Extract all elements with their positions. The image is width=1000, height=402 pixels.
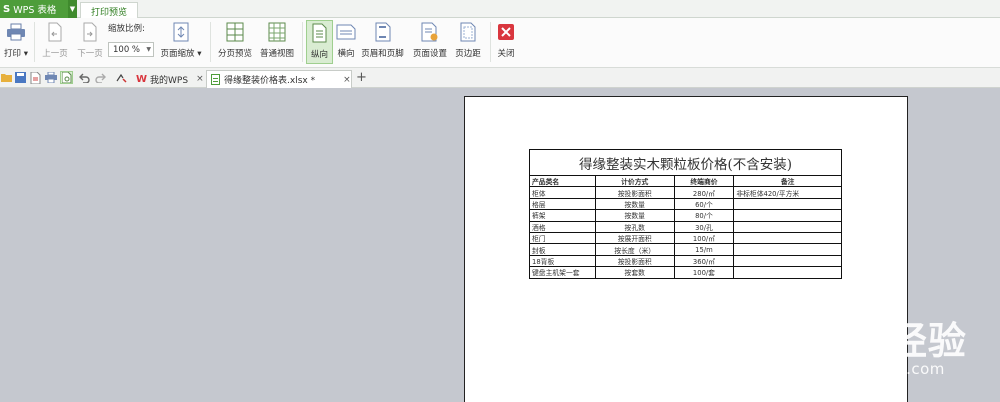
wps-w-icon: W [136,73,148,85]
header-cell: 计价方式 [594,174,675,188]
table-row: 18背板 按投影面积 360/㎡ [529,254,842,268]
title-bar: S WPS 表格 ▼ 打印预览 [0,0,1000,19]
price-table: 得缘整装实木颗粒板价格(不含安装) 产品类名 计价方式 终端商价 备注 柜体 按投… [529,149,842,279]
table-row: 键盘主机架一套 按套数 100/套 [529,266,842,279]
next-page-button[interactable]: 下一页 [75,20,105,64]
page-zoom-button[interactable]: 页面缩放 ▾ [158,20,204,64]
page-break-icon [224,20,246,44]
normal-view-button[interactable]: 普通视图 [257,20,297,64]
print-icon[interactable] [44,71,57,84]
normal-view-icon [266,20,288,44]
table-cell [733,254,842,268]
table-cell: 按孔数 [594,220,675,233]
header-footer-icon [372,20,394,44]
redo-icon[interactable] [94,71,107,84]
new-tab-plus-icon[interactable]: + [356,70,367,85]
table-cell [733,197,842,211]
table-cell: 100/套 [673,266,735,279]
tab-print-preview[interactable]: 打印预览 [80,2,138,19]
table-row: 柜门 按展开面积 100/㎡ [529,231,842,245]
page-zoom-icon [170,20,192,44]
table-cell: 柜门 [529,231,596,245]
table-cell [733,220,842,233]
quick-access-bar: W 我的WPS × 得缘整装价格表.xlsx * × + [0,68,1000,88]
margins-icon [457,20,479,44]
portrait-button[interactable]: 纵向 [306,20,333,64]
header-cell: 终端商价 [673,174,735,188]
table-cell: 按投影面积 [594,254,675,268]
table-cell: 30/孔 [673,220,735,233]
table-cell: 按数量 [594,209,675,222]
landscape-page-icon [335,20,357,44]
chevron-down-icon: ▼ [146,46,151,53]
table-cell: 15/m [673,243,735,256]
printer-icon [5,20,27,44]
table-cell [733,231,842,245]
zoom-select[interactable]: 100 % ▼ [108,42,154,57]
tab-my-wps[interactable]: W 我的WPS × [132,70,204,88]
table-cell: 酒格 [529,220,596,233]
table-cell: 280/㎡ [673,186,735,199]
wps-logo-icon: S [3,3,11,15]
header-cell: 产品类名 [529,174,596,188]
zoom-label: 缩放比例: [108,24,145,34]
table-row: 酒格 按孔数 30/孔 [529,220,842,233]
save-icon[interactable] [14,71,27,84]
table-cell: 裤架 [529,209,596,222]
table-cell: 格层 [529,197,596,211]
page-break-preview-button[interactable]: 分页预览 [215,20,255,64]
print-preview-icon[interactable] [60,71,73,84]
print-button[interactable]: 打印 ▾ [2,20,30,64]
customize-toolbar-icon[interactable] [115,71,128,84]
prev-page-icon [44,20,66,44]
undo-icon[interactable] [78,71,91,84]
spreadsheet-file-icon [211,74,220,85]
table-row: 封板 按长度（米） 15/m [529,243,842,256]
table-cell: 按展开面积 [594,231,675,245]
close-preview-button[interactable]: 关闭 [494,20,518,64]
close-tab-icon[interactable]: × [196,74,204,84]
table-cell: 80/个 [673,209,735,222]
sheet-title: 得缘整装实木颗粒板价格(不含安装) [529,149,842,176]
app-menu-chevron-icon[interactable]: ▼ [68,0,77,18]
table-header-row: 产品类名 计价方式 终端商价 备注 [529,174,842,188]
table-cell: 18背板 [529,254,596,268]
table-cell: 按投影面积 [594,186,675,199]
prev-page-button[interactable]: 上一页 [40,20,70,64]
table-cell [733,266,842,279]
table-row: 裤架 按数量 80/个 [529,209,842,222]
table-cell [733,209,842,222]
table-cell: 键盘主机架一套 [529,266,596,279]
table-cell: 非标柜体420/平方米 [733,186,842,199]
table-cell: 按数量 [594,197,675,211]
tab-document[interactable]: 得缘整装价格表.xlsx * × [206,70,352,88]
close-tab-icon[interactable]: × [343,75,351,85]
table-row: 柜体 按投影面积 280/㎡ 非标柜体420/平方米 [529,186,842,199]
export-pdf-icon[interactable] [29,71,42,84]
table-cell: 按套数 [594,266,675,279]
landscape-button[interactable]: 横向 [334,20,358,64]
table-row: 格层 按数量 60/个 [529,197,842,211]
table-cell: 按长度（米） [594,243,675,256]
table-cell: 360/㎡ [673,254,735,268]
ribbon: 打印 ▾ 上一页 下一页 缩放比例: 100 % ▼ 页面缩放 ▾ 分页预览 普… [0,18,1000,68]
table-cell: 封板 [529,243,596,256]
next-page-icon [79,20,101,44]
baidu-jingyan-watermark: Baidu经验 jingyan.baidu.com [762,319,967,378]
close-icon [495,20,517,44]
table-cell: 60/个 [673,197,735,211]
table-cell: 100/㎡ [673,231,735,245]
app-name: WPS 表格 [13,5,57,16]
open-folder-icon[interactable] [0,71,13,84]
header-cell: 备注 [733,174,842,188]
table-cell: 柜体 [529,186,596,199]
table-cell [733,243,842,256]
header-footer-button[interactable]: 页眉和页脚 [359,20,406,64]
page-setup-button[interactable]: 页面设置 [410,20,450,64]
margins-button[interactable]: 页边距 [452,20,484,64]
portrait-page-icon [309,21,331,45]
wps-app-button[interactable]: S WPS 表格 [0,0,68,18]
page-setup-icon [419,20,441,44]
